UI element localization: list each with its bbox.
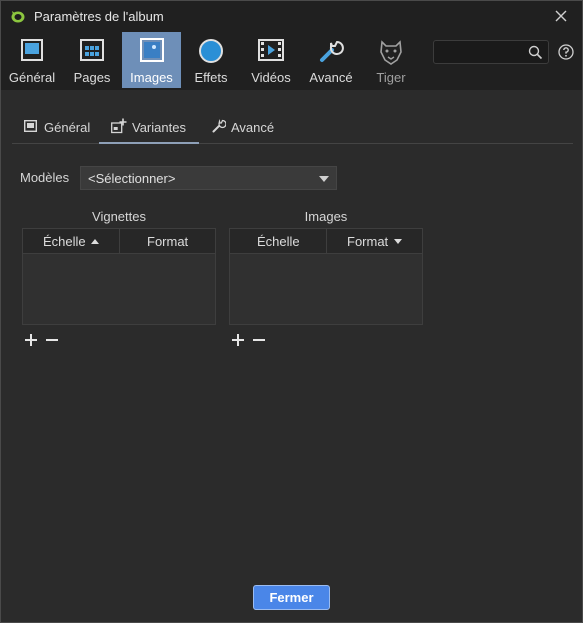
album-settings-window: Paramètres de l'album Général Pages Imag… — [0, 0, 583, 623]
sort-descending-icon — [394, 239, 402, 244]
images-remove-icon[interactable] — [252, 333, 266, 347]
thumbnails-table: Échelle Format — [22, 228, 216, 325]
title-bar: Paramètres de l'album — [1, 1, 582, 31]
tiger-icon — [380, 40, 402, 65]
thumbnails-col-format[interactable]: Format — [119, 229, 216, 253]
video-icon — [258, 39, 284, 61]
general-icon — [21, 39, 43, 61]
thumbnails-table-header: Échelle Format — [23, 229, 215, 254]
toolbar-advanced-label: Avancé — [309, 70, 353, 85]
toolbar-videos[interactable]: Vidéos — [241, 32, 301, 88]
images-table-header: Échelle Format — [230, 229, 422, 254]
search-icon[interactable] — [528, 45, 543, 60]
toolbar-tiger[interactable]: Tiger — [362, 32, 420, 88]
toolbar-pages[interactable]: Pages — [63, 32, 121, 88]
tab-variants-label: Variantes — [132, 120, 186, 135]
close-button[interactable]: Fermer — [253, 585, 330, 610]
images-col-scale[interactable]: Échelle — [230, 229, 326, 253]
images-table: Échelle Format — [229, 228, 423, 325]
toolbar-effects-label: Effets — [194, 70, 228, 85]
search-box — [433, 40, 549, 64]
toolbar-videos-label: Vidéos — [251, 70, 291, 85]
tab-advanced-label: Avancé — [231, 120, 275, 135]
settings-panel: Général Variantes Avancé Modèles <Sélect… — [1, 90, 582, 622]
pages-icon — [80, 39, 104, 61]
effects-icon — [199, 39, 223, 63]
toolbar-images[interactable]: Images — [122, 32, 181, 88]
images-col-format-label: Format — [347, 234, 389, 249]
images-title: Images — [304, 209, 348, 224]
app-logo-icon — [11, 11, 25, 23]
thumbnails-remove-icon[interactable] — [45, 333, 59, 347]
models-select[interactable]: <Sélectionner> — [80, 166, 337, 190]
toolbar-advanced[interactable]: Avancé — [301, 32, 361, 88]
close-icon[interactable] — [552, 7, 570, 25]
tab-advanced[interactable]: Avancé — [204, 112, 284, 142]
help-icon[interactable] — [558, 44, 574, 60]
window-title: Paramètres de l'album — [34, 9, 164, 24]
toolbar-general[interactable]: Général — [1, 32, 63, 88]
images-col-scale-label: Échelle — [257, 234, 300, 249]
thumbnails-add-icon[interactable] — [24, 333, 38, 347]
tab-variants[interactable]: Variantes — [99, 112, 199, 144]
tab-general-label: Général — [44, 120, 91, 135]
sort-ascending-icon — [91, 239, 99, 244]
general-tab-icon — [24, 120, 37, 132]
images-add-icon[interactable] — [231, 333, 245, 347]
thumbnails-col-scale-label: Échelle — [43, 234, 86, 249]
toolbar-effects[interactable]: Effets — [182, 32, 240, 88]
add-variant-icon — [111, 118, 127, 134]
toolbar-pages-label: Pages — [73, 70, 111, 85]
toolbar-images-label: Images — [130, 70, 173, 85]
thumbnails-title: Vignettes — [92, 209, 146, 224]
sub-tabs: Général Variantes Avancé — [12, 112, 573, 144]
wrench-icon — [320, 40, 344, 62]
images-col-format[interactable]: Format — [326, 229, 423, 253]
toolbar-general-label: Général — [8, 70, 56, 85]
models-label: Modèles — [20, 170, 70, 185]
thumbnails-col-scale[interactable]: Échelle — [23, 229, 119, 253]
toolbar-tiger-label: Tiger — [376, 70, 406, 85]
models-select-value: <Sélectionner> — [88, 171, 176, 186]
tab-general[interactable]: Général — [14, 112, 96, 142]
wrench-small-icon — [212, 119, 226, 133]
thumbnails-col-format-label: Format — [147, 234, 189, 249]
image-icon — [139, 38, 164, 62]
chevron-down-icon — [319, 176, 329, 182]
search-input[interactable] — [438, 43, 530, 63]
